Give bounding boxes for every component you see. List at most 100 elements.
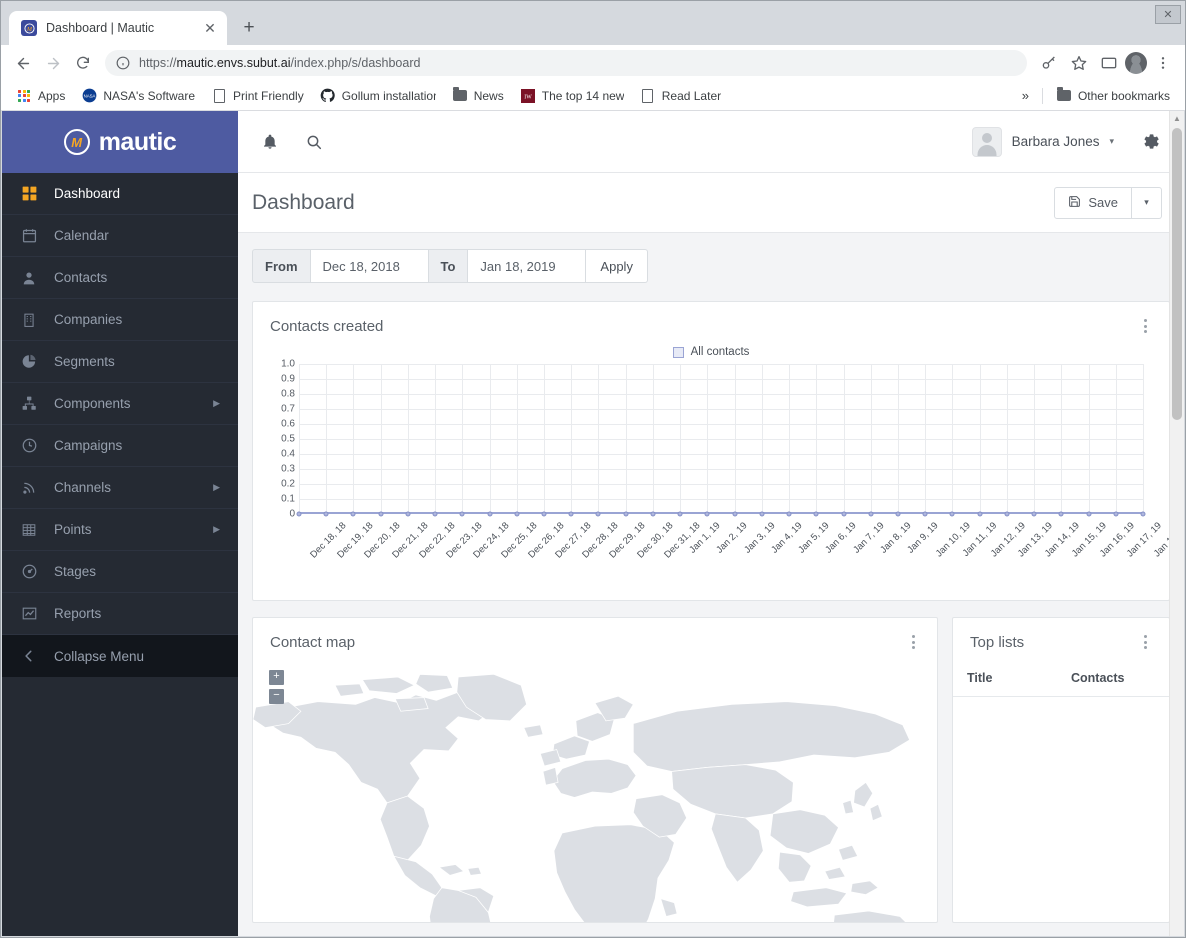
calendar-icon — [20, 228, 38, 243]
sidebar-item-components[interactable]: Components ▶ — [2, 383, 238, 425]
panel-title: Top lists — [970, 633, 1025, 651]
cast-icon[interactable] — [1095, 49, 1123, 77]
sidebar-item-label: Segments — [54, 354, 115, 369]
mautic-logo[interactable]: M mautic — [2, 111, 238, 173]
sidebar-item-channels[interactable]: Channels ▶ — [2, 467, 238, 509]
bookmark-top-14[interactable]: IW The top 14 new — [513, 85, 631, 107]
save-button[interactable]: Save — [1054, 186, 1132, 219]
grid-line-v — [952, 364, 954, 514]
y-axis-tick: 1.0 — [281, 358, 295, 370]
grid-line-v — [407, 364, 409, 514]
back-icon[interactable] — [9, 49, 37, 77]
search-icon[interactable] — [296, 124, 332, 160]
bell-icon[interactable] — [252, 124, 288, 160]
sidebar-collapse-label: Collapse Menu — [54, 648, 145, 664]
chrome-profile-avatar[interactable] — [1125, 52, 1147, 74]
address-bar[interactable]: https://mautic.envs.subut.ai/index.php/s… — [105, 50, 1027, 76]
panel-menu-icon[interactable] — [903, 632, 923, 652]
sidebar-item-label: Channels — [54, 480, 112, 495]
map-zoom-out-button[interactable]: − — [269, 689, 284, 704]
grid-line-v — [870, 364, 872, 514]
to-label: To — [428, 249, 469, 283]
panel-header: Contact map — [253, 618, 937, 662]
clock-icon — [20, 438, 38, 453]
panel-menu-icon[interactable] — [1135, 316, 1155, 336]
scroll-up-icon[interactable]: ▲ — [1170, 111, 1184, 126]
sidebar-item-campaigns[interactable]: Campaigns — [2, 425, 238, 467]
reload-icon[interactable] — [69, 49, 97, 77]
sidebar-item-companies[interactable]: Companies — [2, 299, 238, 341]
bookmark-gollum[interactable]: Gollum installation — [313, 85, 443, 107]
browser-tab[interactable]: M Dashboard | Mautic ✕ — [9, 11, 227, 45]
y-axis-tick: 0.8 — [281, 388, 295, 400]
brand-text: mautic — [98, 127, 177, 156]
sidebar-item-label: Components — [54, 396, 131, 411]
scrollbar-thumb[interactable] — [1172, 128, 1182, 420]
y-axis-tick: 0.7 — [281, 403, 295, 415]
sidebar-item-segments[interactable]: Segments — [2, 341, 238, 383]
document-icon — [640, 88, 656, 104]
mautic-favicon-icon: M — [21, 20, 37, 36]
grid-line-v — [326, 364, 328, 514]
bookmark-print-friendly[interactable]: Print Friendly — [204, 85, 311, 107]
star-icon[interactable] — [1065, 49, 1093, 77]
bookmarks-overflow-icon[interactable]: » — [1015, 88, 1036, 103]
date-range-filter: From Dec 18, 2018 To Jan 18, 2019 Apply — [252, 249, 1170, 283]
bookmark-read-later[interactable]: Read Later — [633, 85, 728, 107]
bookmark-apps[interactable]: Apps — [9, 85, 72, 107]
sidebar-item-calendar[interactable]: Calendar — [2, 215, 238, 257]
grid-line-v — [353, 364, 355, 514]
sidebar-item-contacts[interactable]: Contacts — [2, 257, 238, 299]
window-close-button[interactable]: ✕ — [1155, 5, 1181, 24]
sidebar-item-points[interactable]: Points ▶ — [2, 509, 238, 551]
app-header: Barbara Jones ▾ — [238, 111, 1184, 173]
page-scrollbar[interactable]: ▲ — [1169, 111, 1184, 936]
forward-icon[interactable] — [39, 49, 67, 77]
building-icon — [20, 313, 38, 327]
map-zoom-in-button[interactable]: + — [269, 670, 284, 685]
grid-line-v — [462, 364, 464, 514]
github-icon — [320, 88, 336, 104]
sidebar-item-dashboard[interactable]: Dashboard — [2, 173, 238, 215]
bookmark-news[interactable]: News — [445, 85, 511, 107]
key-icon[interactable] — [1035, 49, 1063, 77]
close-tab-icon[interactable]: ✕ — [201, 19, 219, 37]
grid-line-v — [1061, 364, 1063, 514]
new-tab-button[interactable]: + — [235, 14, 263, 42]
gear-icon[interactable] — [1132, 124, 1168, 160]
pie-chart-icon — [20, 354, 38, 369]
gauge-icon — [20, 564, 38, 579]
panel-title: Contacts created — [270, 317, 384, 335]
world-map[interactable]: + − — [253, 662, 937, 922]
save-disk-icon — [1068, 195, 1081, 211]
page-header: Dashboard Save ▾ — [238, 173, 1184, 233]
table-body — [953, 697, 1169, 907]
bookmark-nasa[interactable]: NASA NASA's Software — [74, 85, 202, 107]
save-dropdown-button[interactable]: ▾ — [1132, 186, 1162, 219]
from-date-input[interactable]: Dec 18, 2018 — [310, 249, 429, 283]
panel-menu-icon[interactable] — [1135, 632, 1155, 652]
sidebar-item-label: Stages — [54, 564, 97, 579]
sidebar-item-label: Dashboard — [54, 186, 121, 201]
site-info-icon[interactable] — [115, 55, 131, 71]
sidebar-item-label: Companies — [54, 312, 123, 327]
sidebar-item-stages[interactable]: Stages — [2, 551, 238, 593]
sitemap-icon — [20, 396, 38, 411]
apply-button[interactable]: Apply — [586, 249, 648, 283]
user-menu[interactable]: Barbara Jones ▾ — [971, 126, 1114, 157]
save-button-group: Save ▾ — [1054, 186, 1162, 219]
kebab-menu-icon[interactable] — [1149, 49, 1177, 77]
legend-swatch[interactable] — [672, 346, 684, 358]
sidebar-collapse-menu[interactable]: Collapse Menu — [2, 635, 238, 677]
grid-line-h — [299, 394, 1143, 395]
bookmark-other-bookmarks[interactable]: Other bookmarks — [1049, 85, 1177, 107]
grid-line-v — [435, 364, 437, 514]
grid-line-v — [680, 364, 682, 514]
grid-line-v — [1115, 364, 1117, 514]
user-icon — [20, 271, 38, 285]
to-date-input[interactable]: Jan 18, 2019 — [468, 249, 587, 283]
grid-line-h — [299, 499, 1143, 500]
grid-line-v — [299, 364, 300, 514]
sidebar-item-reports[interactable]: Reports — [2, 593, 238, 635]
panel-header: Top lists — [953, 618, 1169, 662]
